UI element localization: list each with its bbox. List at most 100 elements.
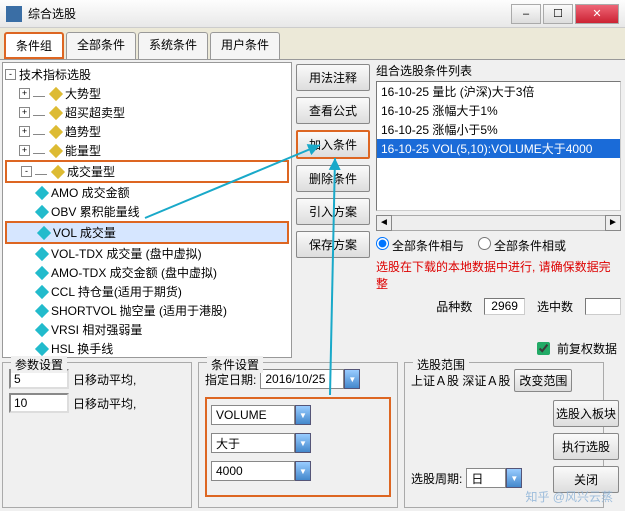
date-label: 指定日期: <box>205 371 256 388</box>
count-label: 品种数 <box>436 298 472 315</box>
tab-all-conditions[interactable]: 全部条件 <box>66 32 136 59</box>
maximize-button[interactable]: ☐ <box>543 4 573 24</box>
condition-fields: ▼ ▼ ▼ <box>205 397 391 497</box>
diamond-icon <box>35 341 49 355</box>
tree-item[interactable]: CCL 持仓量(适用于期货) <box>5 282 289 301</box>
list-item-selected[interactable]: 16-10-25 VOL(5,10):VOLUME大于4000 <box>377 139 620 158</box>
view-formula-button[interactable]: 查看公式 <box>296 97 370 124</box>
radio-or[interactable]: 全部条件相或 <box>478 237 566 254</box>
value-input[interactable] <box>211 461 295 481</box>
tree-group[interactable]: +大势型 <box>5 84 289 103</box>
operator-select[interactable]: ▼ <box>211 433 311 453</box>
param2-label: 日移动平均, <box>73 395 136 412</box>
select-to-block-button[interactable]: 选股入板块 <box>553 400 619 427</box>
change-scope-button[interactable]: 改变范围 <box>514 369 572 392</box>
tree-group[interactable]: +趋势型 <box>5 122 289 141</box>
tree-item[interactable]: AMO-TDX 成交金额 (盘中虚拟) <box>5 263 289 282</box>
diamond-icon <box>35 303 49 317</box>
minimize-button[interactable]: – <box>511 4 541 24</box>
watermark: 知乎 @风兴云蒸 <box>525 488 613 505</box>
tab-bar: 条件组 全部条件 系统条件 用户条件 <box>0 28 625 60</box>
main-area: -技术指标选股 +大势型 +超买超卖型 +趋势型 +能量型 -成交量型 AMO … <box>0 60 625 360</box>
tree-group[interactable]: +超买超卖型 <box>5 103 289 122</box>
diamond-icon <box>49 86 63 100</box>
dropdown-icon[interactable]: ▼ <box>506 468 522 488</box>
cond-legend: 条件设置 <box>207 356 263 373</box>
param1-label: 日移动平均, <box>73 371 136 388</box>
save-plan-button[interactable]: 保存方案 <box>296 231 370 258</box>
date-picker[interactable]: ▼ <box>260 369 360 389</box>
dropdown-icon[interactable]: ▼ <box>295 433 311 453</box>
diamond-icon <box>35 204 49 218</box>
data-warning: 选股在下载的本地数据中进行, 请确保数据完整 <box>376 258 621 292</box>
diamond-icon <box>35 322 49 336</box>
period-select[interactable]: ▼ <box>466 468 522 488</box>
forward-adjust-checkbox[interactable]: 前复权数据 <box>537 340 617 357</box>
scroll-right-icon[interactable]: ► <box>605 215 621 231</box>
tree-root[interactable]: -技术指标选股 <box>5 65 289 84</box>
add-condition-button[interactable]: 加入条件 <box>296 130 370 159</box>
diamond-icon <box>35 284 49 298</box>
value-select[interactable]: ▼ <box>211 461 311 481</box>
titlebar: 综合选股 – ☐ ✕ <box>0 0 625 28</box>
diamond-icon <box>49 124 63 138</box>
diamond-icon <box>51 164 65 178</box>
list-item[interactable]: 16-10-25 涨幅小于5% <box>377 120 620 139</box>
tree-group-volume[interactable]: -成交量型 <box>5 160 289 183</box>
close-button[interactable]: ✕ <box>575 4 619 24</box>
tree-item[interactable]: OBV 累积能量线 <box>5 202 289 221</box>
counts-row: 品种数 2969 选中数 <box>376 298 621 315</box>
operator-input[interactable] <box>211 433 295 453</box>
field-select[interactable]: ▼ <box>211 405 311 425</box>
import-plan-button[interactable]: 引入方案 <box>296 198 370 225</box>
h-scrollbar[interactable]: ◄ ► <box>376 215 621 231</box>
scroll-track[interactable] <box>392 215 605 231</box>
tree-item-vol[interactable]: VOL 成交量 <box>5 221 289 244</box>
scroll-left-icon[interactable]: ◄ <box>376 215 392 231</box>
action-column: 用法注释 查看公式 加入条件 删除条件 引入方案 保存方案 <box>294 60 372 360</box>
tree-group[interactable]: +能量型 <box>5 141 289 160</box>
dropdown-icon[interactable]: ▼ <box>344 369 360 389</box>
radio-and[interactable]: 全部条件相与 <box>376 237 464 254</box>
window-title: 综合选股 <box>28 5 76 22</box>
run-selection-button[interactable]: 执行选股 <box>553 433 619 460</box>
right-buttons: 选股入板块 执行选股 关闭 <box>553 400 619 493</box>
scope-legend: 选股范围 <box>413 356 469 373</box>
tree-root-label: 技术指标选股 <box>19 66 91 83</box>
app-icon <box>6 6 22 22</box>
field-input[interactable] <box>211 405 295 425</box>
conditions-list[interactable]: 16-10-25 量比 (沪深)大于3倍 16-10-25 涨幅大于1% 16-… <box>376 81 621 211</box>
count-value: 2969 <box>484 298 525 315</box>
conditions-panel: 组合选股条件列表 16-10-25 量比 (沪深)大于3倍 16-10-25 涨… <box>372 60 625 360</box>
param-group: 参数设置 日移动平均, 日移动平均, <box>2 362 192 508</box>
tab-system-conditions[interactable]: 系统条件 <box>138 32 208 59</box>
diamond-icon <box>35 265 49 279</box>
selected-label: 选中数 <box>537 298 573 315</box>
period-input[interactable] <box>466 468 506 488</box>
condition-group: 条件设置 指定日期: ▼ ▼ ▼ ▼ <box>198 362 398 508</box>
tree-item[interactable]: VOL-TDX 成交量 (盘中虚拟) <box>5 244 289 263</box>
list-item[interactable]: 16-10-25 涨幅大于1% <box>377 101 620 120</box>
conditions-title: 组合选股条件列表 <box>376 62 621 79</box>
indicator-tree[interactable]: -技术指标选股 +大势型 +超买超卖型 +趋势型 +能量型 -成交量型 AMO … <box>2 62 292 358</box>
diamond-icon <box>35 246 49 260</box>
dropdown-icon[interactable]: ▼ <box>295 405 311 425</box>
diamond-icon <box>35 185 49 199</box>
delete-condition-button[interactable]: 删除条件 <box>296 165 370 192</box>
tree-item[interactable]: SHORTVOL 抛空量 (适用于港股) <box>5 301 289 320</box>
diamond-icon <box>37 225 51 239</box>
date-input[interactable] <box>260 369 344 389</box>
diamond-icon <box>49 143 63 157</box>
tab-user-conditions[interactable]: 用户条件 <box>210 32 280 59</box>
diamond-icon <box>49 105 63 119</box>
markets-text: 上证Ａ股 深证Ａ股 <box>411 372 510 389</box>
tree-item[interactable]: AMO 成交金额 <box>5 183 289 202</box>
list-item[interactable]: 16-10-25 量比 (沪深)大于3倍 <box>377 82 620 101</box>
param2-input[interactable] <box>9 393 69 413</box>
selected-value <box>585 298 621 315</box>
dropdown-icon[interactable]: ▼ <box>295 461 311 481</box>
period-label: 选股周期: <box>411 470 462 487</box>
tab-condition-group[interactable]: 条件组 <box>4 32 64 59</box>
tree-item[interactable]: VRSI 相对强弱量 <box>5 320 289 339</box>
usage-notes-button[interactable]: 用法注释 <box>296 64 370 91</box>
